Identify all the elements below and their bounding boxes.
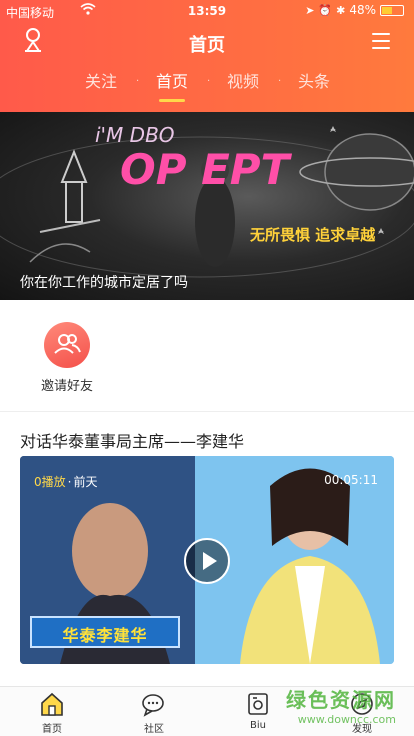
invite-friends-label: 邀请好友 [40,379,93,394]
video-duration: 00:05:11 [324,473,378,487]
tab-home[interactable]: 首页 [156,68,189,102]
banner-art-text-main: OP EPT [120,145,293,194]
nav-biu[interactable]: Biu [228,691,288,731]
tab-follow-label: 关注 [85,72,118,91]
meta-separator: · [67,475,72,489]
tab-bar: 关注 · 首页 · 视频 · 头条 [0,68,414,102]
play-count: 0播放 [34,475,66,489]
nav-community-label: 社区 [144,724,164,735]
status-bar: 中国移动 13:59 ➤ ⏰ ✱ 48% [0,0,414,22]
active-tab-underline [159,99,185,102]
nav-home-label: 首页 [42,724,62,735]
tab-home-label: 首页 [156,72,189,91]
video-caption-text: 华泰李建华 [62,626,148,645]
play-button[interactable] [184,538,230,584]
tab-separator: · [278,76,282,87]
article-title[interactable]: 对话华泰董事局主席——李建华 [20,428,244,452]
tab-separator: · [136,76,140,87]
publish-time: 前天 [73,475,98,489]
nav-discover-label: 发现 [352,724,372,735]
video-meta: 0播放 · 前天 [34,473,97,490]
people-icon [54,334,81,354]
chat-bubbles-icon [142,694,164,717]
invite-section: 邀请好友 [0,300,414,412]
camera-box-icon [248,693,268,715]
alarm-icon: ⏰ [318,3,333,17]
nav-discover[interactable]: 发现 [332,691,392,735]
tab-video-label: 视频 [227,72,260,91]
tab-headlines-label: 头条 [298,72,331,91]
invite-friends-button[interactable] [44,322,90,368]
home-icon [41,692,63,716]
banner-art-text-right: 无所畏惧 追求卓越 [249,226,376,244]
top-header: 中国移动 13:59 ➤ ⏰ ✱ 48% 首页 关注 · 首页 · 视频 · 头… [0,0,414,112]
tab-video[interactable]: 视频 [227,68,259,92]
status-right: ➤ ⏰ ✱ 48% [305,3,404,17]
video-caption-strip: 华泰李建华 [30,616,180,648]
battery-percent: 48% [349,3,376,17]
nav-home[interactable]: 首页 [22,691,82,735]
bluetooth-icon: ✱ [336,3,346,17]
nav-community[interactable]: 社区 [124,691,184,735]
tab-follow[interactable]: 关注 [85,68,117,92]
page-title: 首页 [189,35,225,56]
banner-caption: 你在你工作的城市定居了吗 [20,275,188,291]
nav-biu-label: Biu [250,720,266,731]
location-icon: ➤ [305,3,315,17]
video-card[interactable]: 0播放 · 前天 00:05:11 华泰李建华 [20,456,394,664]
compass-icon [351,693,373,715]
menu-icon[interactable] [372,33,390,49]
tab-separator: · [207,76,211,87]
bottom-nav: 首页 社区 Biu 发现 [0,686,414,736]
banner-art-text-top: i'M DBO [95,123,175,147]
tab-headlines[interactable]: 头条 [298,68,330,92]
battery-icon [380,4,404,16]
banner-carousel[interactable]: i'M DBO OP EPT 无所畏惧 追求卓越 你在你工作的城市定居了吗 [0,112,414,300]
